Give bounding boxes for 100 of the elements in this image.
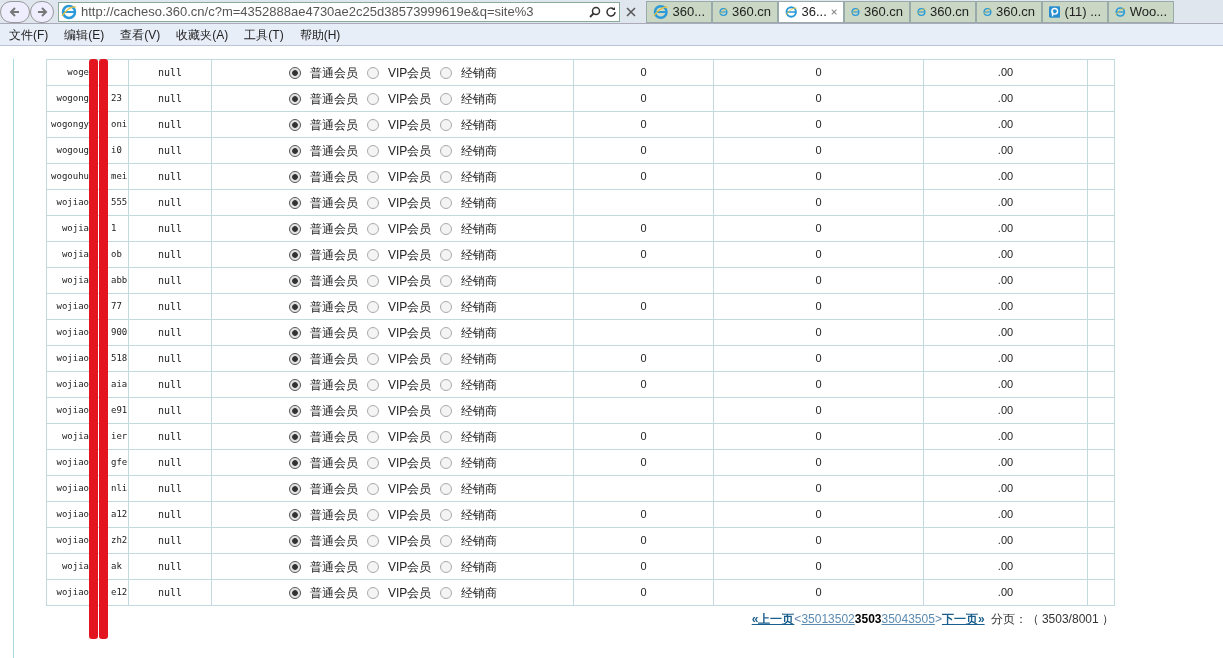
radio-button[interactable] bbox=[289, 196, 301, 209]
radio-button[interactable] bbox=[289, 248, 301, 261]
menu-item[interactable]: 文件(F) bbox=[9, 25, 49, 44]
browser-tab[interactable]: 360... bbox=[646, 1, 712, 23]
radio-button[interactable] bbox=[440, 222, 453, 235]
radio-button[interactable] bbox=[367, 222, 379, 235]
browser-tab[interactable]: 360.cn bbox=[910, 1, 976, 23]
radio-button[interactable] bbox=[440, 118, 453, 131]
radio-button[interactable] bbox=[440, 274, 453, 287]
prev-page-link[interactable]: «上一页 bbox=[751, 610, 795, 628]
menu-item[interactable]: 收藏夹(A) bbox=[176, 25, 229, 44]
radio-button[interactable] bbox=[440, 326, 453, 339]
radio-button[interactable] bbox=[289, 118, 301, 131]
page-link[interactable]: 3501 bbox=[801, 610, 829, 628]
address-bar[interactable]: http://cacheso.360.cn/c?m=4352888ae4730ae2c25d38573999619e&q=site%3 bbox=[58, 1, 620, 22]
radio-button[interactable] bbox=[289, 170, 301, 183]
radio-button[interactable] bbox=[367, 248, 379, 261]
radio-button[interactable] bbox=[367, 274, 379, 287]
page-link[interactable]: 3503 bbox=[854, 610, 882, 628]
page-link[interactable]: 3502 bbox=[828, 610, 855, 628]
browser-tab[interactable]: 360.cn bbox=[844, 1, 910, 23]
radio-button[interactable] bbox=[289, 92, 301, 105]
radio-button[interactable] bbox=[289, 508, 301, 521]
radio-button[interactable] bbox=[440, 456, 453, 469]
radio-button[interactable] bbox=[367, 170, 379, 183]
radio-button[interactable] bbox=[440, 482, 453, 495]
radio-label: 经销商 bbox=[461, 350, 498, 368]
browser-tab[interactable]: (11) ... bbox=[1042, 1, 1108, 23]
radio-button[interactable] bbox=[367, 482, 379, 495]
radio-label: VIP会员 bbox=[388, 272, 432, 290]
radio-button[interactable] bbox=[367, 560, 379, 573]
radio-button[interactable] bbox=[289, 326, 301, 339]
menu-item[interactable]: 帮助(H) bbox=[299, 25, 341, 44]
radio-button[interactable] bbox=[289, 274, 301, 287]
radio-button[interactable] bbox=[289, 482, 301, 495]
radio-button[interactable] bbox=[367, 456, 379, 469]
radio-button[interactable] bbox=[440, 300, 453, 313]
refresh-icon[interactable] bbox=[605, 5, 617, 18]
radio-button[interactable] bbox=[440, 352, 453, 365]
close-icon[interactable] bbox=[830, 8, 837, 16]
tab-title: 36... bbox=[801, 3, 827, 22]
radio-button[interactable] bbox=[367, 586, 379, 599]
radio-button[interactable] bbox=[440, 404, 453, 417]
radio-button[interactable] bbox=[367, 534, 379, 547]
radio-label: 经销商 bbox=[461, 480, 498, 498]
radio-button[interactable] bbox=[289, 378, 301, 391]
radio-button[interactable] bbox=[440, 378, 453, 391]
browser-tab[interactable]: 360.cn bbox=[976, 1, 1042, 23]
radio-label: 普通会员 bbox=[310, 220, 358, 238]
radio-button[interactable] bbox=[289, 144, 301, 157]
radio-button[interactable] bbox=[367, 144, 379, 157]
table-cell: null bbox=[128, 527, 212, 554]
search-icon[interactable] bbox=[589, 5, 601, 18]
menu-item[interactable]: 工具(T) bbox=[244, 25, 284, 44]
radio-button[interactable] bbox=[289, 456, 301, 469]
radio-label: VIP会员 bbox=[388, 350, 432, 368]
radio-button[interactable] bbox=[440, 586, 453, 599]
next-page-link[interactable]: 下一页» bbox=[941, 610, 985, 628]
radio-button[interactable] bbox=[367, 118, 379, 131]
radio-button[interactable] bbox=[289, 300, 301, 313]
page-link[interactable]: 3504 bbox=[881, 610, 909, 628]
radio-button[interactable] bbox=[440, 560, 453, 573]
radio-button[interactable] bbox=[367, 92, 379, 105]
radio-button[interactable] bbox=[440, 196, 453, 209]
radio-button[interactable] bbox=[289, 352, 301, 365]
table-cell: null bbox=[128, 423, 212, 450]
radio-button[interactable] bbox=[289, 586, 301, 599]
radio-button[interactable] bbox=[440, 534, 453, 547]
radio-button[interactable] bbox=[289, 66, 301, 79]
radio-button[interactable] bbox=[367, 196, 379, 209]
radio-button[interactable] bbox=[367, 508, 379, 521]
table-cell: 0 bbox=[573, 501, 714, 528]
browser-tab[interactable]: 360.cn bbox=[712, 1, 778, 23]
radio-button[interactable] bbox=[367, 326, 379, 339]
radio-button[interactable] bbox=[440, 430, 453, 443]
browser-tab[interactable]: 36... bbox=[778, 1, 844, 23]
radio-button[interactable] bbox=[440, 144, 453, 157]
page-link[interactable]: 3505 bbox=[908, 610, 935, 628]
radio-button[interactable] bbox=[289, 430, 301, 443]
back-button[interactable] bbox=[0, 0, 30, 23]
radio-button[interactable] bbox=[367, 430, 379, 443]
radio-button[interactable] bbox=[289, 534, 301, 547]
radio-button[interactable] bbox=[289, 404, 301, 417]
menu-item[interactable]: 编辑(E) bbox=[64, 25, 105, 44]
radio-button[interactable] bbox=[367, 66, 379, 79]
menu-item[interactable]: 查看(V) bbox=[120, 25, 161, 44]
radio-button[interactable] bbox=[440, 170, 453, 183]
radio-button[interactable] bbox=[367, 378, 379, 391]
radio-button[interactable] bbox=[289, 560, 301, 573]
radio-button[interactable] bbox=[289, 222, 301, 235]
radio-button[interactable] bbox=[367, 352, 379, 365]
browser-tab[interactable]: Woo... bbox=[1108, 1, 1174, 23]
radio-button[interactable] bbox=[440, 248, 453, 261]
radio-button[interactable] bbox=[440, 92, 453, 105]
radio-button[interactable] bbox=[367, 300, 379, 313]
radio-button[interactable] bbox=[440, 508, 453, 521]
radio-button[interactable] bbox=[440, 66, 453, 79]
table-cell: null bbox=[128, 111, 212, 138]
radio-button[interactable] bbox=[367, 404, 379, 417]
forward-button[interactable] bbox=[30, 0, 54, 23]
